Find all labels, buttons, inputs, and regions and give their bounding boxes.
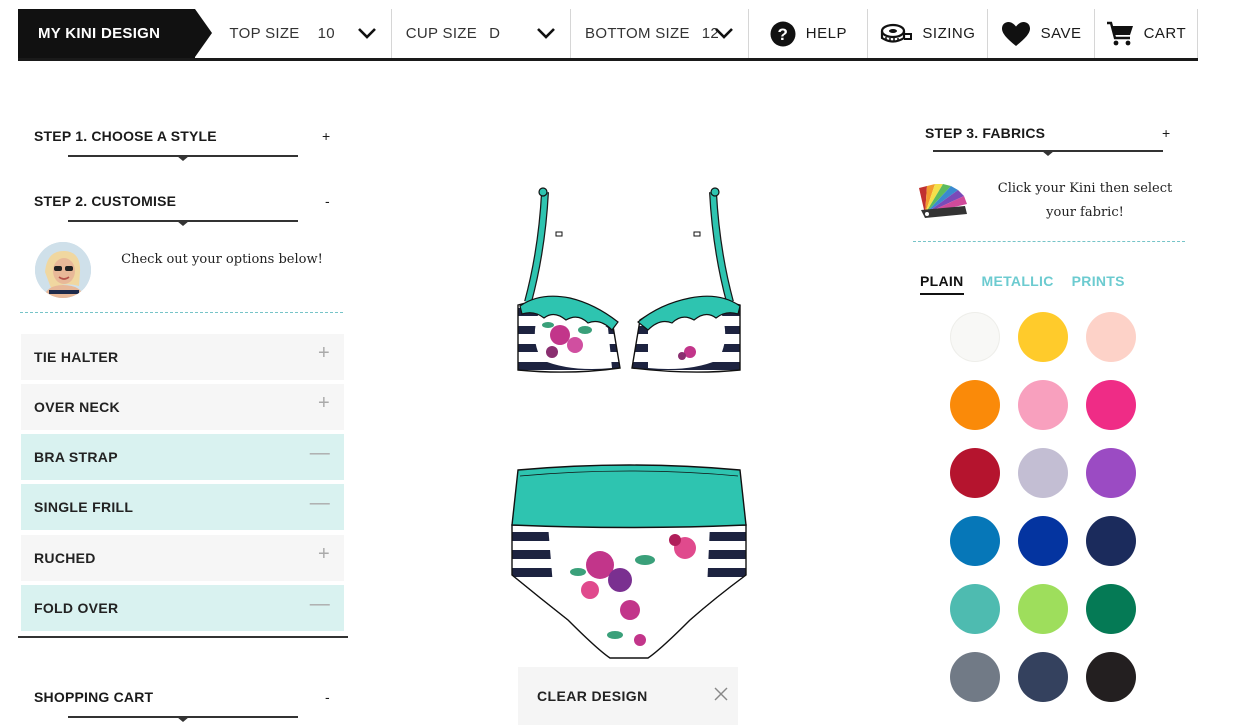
chevron-down-icon (357, 28, 376, 39)
fabric-swatch[interactable] (1086, 448, 1136, 498)
step3-expand-toggle[interactable]: + (1162, 125, 1170, 141)
fold-over-waistband[interactable] (511, 464, 747, 529)
fabric-swatch[interactable] (1086, 380, 1136, 430)
tab-plain[interactable]: PLAIN (920, 273, 964, 295)
chevron-down-icon (715, 28, 734, 39)
options-bottom-divider (18, 636, 348, 638)
help-icon: ? (770, 21, 796, 46)
option-ruched[interactable]: RUCHED + (21, 535, 344, 581)
save-label: SAVE (1040, 25, 1082, 42)
cart-button[interactable]: CART (1095, 9, 1199, 58)
fabric-swatch[interactable] (1018, 516, 1068, 566)
fabric-swatch[interactable] (1018, 380, 1068, 430)
step1-expand-toggle[interactable]: + (322, 128, 330, 144)
svg-text:?: ? (777, 25, 788, 44)
dashed-divider (913, 241, 1185, 242)
bikini-preview[interactable] (500, 180, 760, 670)
dashed-divider (20, 312, 343, 313)
shopping-cart-header[interactable]: SHOPPING CART (34, 689, 153, 705)
bottom-size-label: BOTTOM SIZE (585, 25, 690, 42)
option-tie-halter[interactable]: TIE HALTER + (21, 334, 344, 380)
shopping-cart-toggle[interactable]: - (325, 689, 330, 705)
option-label: SINGLE FRILL (34, 499, 134, 515)
close-icon[interactable] (714, 687, 728, 701)
fabric-instructions: Click your Kini then select your fabric! (990, 177, 1180, 225)
cup-size-select[interactable]: CUP SIZE D (392, 9, 572, 58)
fabric-tabs: PLAIN METALLIC PRINTS (920, 273, 1125, 295)
help-button[interactable]: ? HELP (749, 9, 869, 58)
fabric-swatch[interactable] (950, 380, 1000, 430)
plus-icon: + (318, 542, 330, 565)
tab-metallic[interactable]: METALLIC (982, 273, 1054, 295)
customise-instructions: Check out your options below! (121, 252, 323, 267)
bottom-size-select[interactable]: BOTTOM SIZE 12 (571, 9, 750, 58)
bra-strap[interactable] (524, 187, 734, 304)
divider-notch (177, 221, 189, 226)
option-bra-strap[interactable]: BRA STRAP — (21, 434, 344, 480)
step1-choose-style-header[interactable]: STEP 1. CHOOSE A STYLE (34, 128, 217, 144)
option-fold-over[interactable]: FOLD OVER — (21, 585, 344, 631)
cup-size-label: CUP SIZE (405, 25, 478, 42)
cart-icon (1106, 21, 1133, 45)
option-single-frill[interactable]: SINGLE FRILL — (21, 484, 344, 530)
chevron-down-icon (537, 28, 555, 39)
help-label: HELP (805, 25, 847, 42)
option-label: TIE HALTER (34, 349, 119, 365)
save-button[interactable]: SAVE (988, 9, 1095, 58)
top-size-label: TOP SIZE (229, 25, 300, 42)
brand-logo[interactable]: MY KINI DESIGN (18, 9, 213, 58)
minus-icon: — (309, 491, 330, 514)
step2-customise-header[interactable]: STEP 2. CUSTOMISE (34, 193, 176, 209)
option-label: RUCHED (34, 550, 96, 566)
option-label: OVER NECK (34, 399, 120, 415)
divider-notch (1042, 151, 1054, 156)
sizing-label: SIZING (922, 25, 976, 42)
plus-icon: + (318, 391, 330, 414)
fabric-swatch[interactable] (950, 584, 1000, 634)
heart-icon (1001, 21, 1030, 46)
fabric-swatch[interactable] (1086, 312, 1136, 362)
stylist-avatar (35, 242, 91, 298)
divider-notch (177, 156, 189, 161)
minus-icon: — (309, 592, 330, 615)
step3-fabrics-header[interactable]: STEP 3. FABRICS (925, 125, 1045, 141)
option-label: FOLD OVER (34, 600, 119, 616)
top-size-select[interactable]: TOP SIZE 10 (195, 9, 392, 58)
top-navigation-bar: MY KINI DESIGN TOP SIZE 10 CUP SIZE D BO… (18, 9, 1199, 61)
top-size-value: 10 (317, 25, 335, 42)
fabric-instructions-line1: Click your Kini then select (997, 181, 1173, 196)
clear-design-button[interactable]: CLEAR DESIGN (518, 667, 738, 725)
fabric-swatch[interactable] (950, 312, 1000, 362)
fabric-swatch[interactable] (1018, 652, 1068, 702)
fabric-swatch[interactable] (950, 516, 1000, 566)
plus-icon: + (318, 341, 330, 364)
divider-notch (177, 717, 189, 722)
option-over-neck[interactable]: OVER NECK + (21, 384, 344, 430)
clear-design-label: CLEAR DESIGN (537, 688, 648, 704)
cart-label: CART (1143, 25, 1187, 42)
bikini-bottom[interactable] (510, 520, 750, 660)
color-fan-icon (919, 184, 967, 218)
fabric-swatch[interactable] (1086, 652, 1136, 702)
option-label: BRA STRAP (34, 449, 118, 465)
fabric-instructions-line2: your fabric! (1046, 205, 1124, 220)
sizing-button[interactable]: SIZING (868, 9, 989, 58)
minus-icon: — (309, 441, 330, 464)
fabric-swatch[interactable] (950, 652, 1000, 702)
cup-size-value: D (489, 25, 501, 42)
fabric-swatch[interactable] (1018, 312, 1068, 362)
fabric-swatch[interactable] (1086, 584, 1136, 634)
tab-prints[interactable]: PRINTS (1072, 273, 1125, 295)
measuring-tape-icon (881, 23, 913, 43)
fabric-swatch[interactable] (1018, 448, 1068, 498)
fabric-swatch[interactable] (1086, 516, 1136, 566)
fabric-swatch[interactable] (950, 448, 1000, 498)
step2-collapse-toggle[interactable]: - (325, 193, 330, 209)
fabric-swatch[interactable] (1018, 584, 1068, 634)
